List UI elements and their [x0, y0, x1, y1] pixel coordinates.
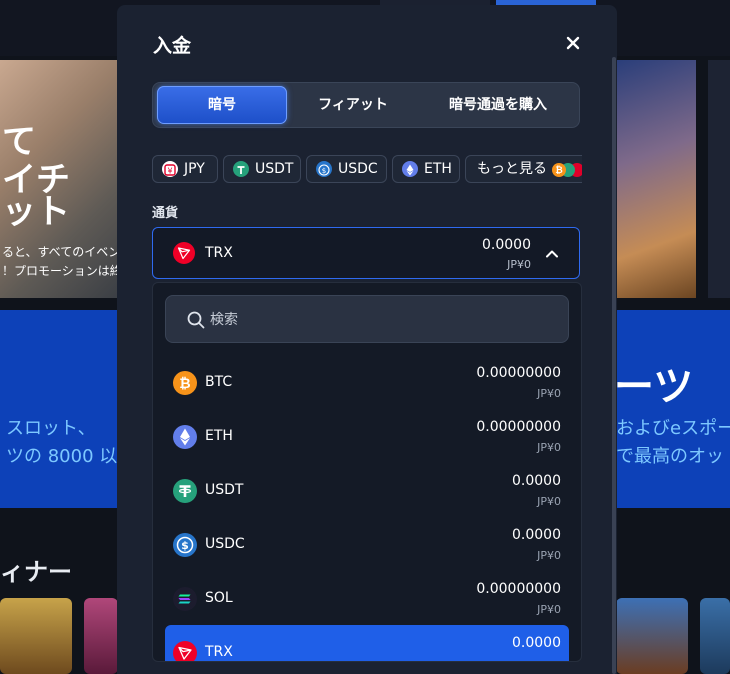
chip-usdt[interactable]: USDT: [223, 155, 301, 183]
chip-eth[interactable]: ETH: [392, 155, 460, 183]
currency-option-usdt[interactable]: USDT 0.0000 JP¥0: [165, 463, 569, 517]
quick-currency-chips: ¥ JPY USDT $ USDC ETH もっと見る ₿: [152, 155, 582, 183]
currency-name: SOL: [205, 590, 233, 606]
tab-fiat[interactable]: フィアット: [289, 86, 417, 124]
promo-banner-left[interactable]: て イチ ット ると、すべてのイベン ！プロモーションは終: [0, 60, 118, 298]
modal-title: 入金: [153, 35, 192, 57]
currency-select[interactable]: TRX 0.0000 JP¥0: [152, 227, 580, 279]
tab-crypto[interactable]: 暗号: [157, 86, 287, 124]
currency-option-usdc[interactable]: $ USDC 0.0000 JP¥0: [165, 517, 569, 571]
currency-amount: 0.0000: [512, 473, 561, 489]
svg-text:¥: ¥: [167, 167, 172, 176]
banner-subtitle: ると、すべてのイベン: [2, 245, 118, 259]
tether-icon: [173, 479, 197, 503]
currency-name: USDT: [205, 482, 244, 498]
currency-fiat: JP¥0: [537, 603, 561, 616]
close-button[interactable]: [562, 32, 584, 54]
currency-label: 通貨: [152, 206, 179, 221]
ethereum-icon: [173, 425, 197, 449]
svg-text:₿: ₿: [555, 165, 562, 176]
feature-text: およびeスポー: [616, 418, 730, 439]
selected-currency-fiat: JP¥0: [507, 258, 531, 271]
svg-text:₿: ₿: [179, 376, 190, 392]
promo-banner-right[interactable]: [616, 60, 696, 298]
usdc-icon: $: [173, 533, 197, 557]
search-input[interactable]: [208, 296, 552, 344]
currency-name: TRX: [205, 644, 233, 660]
usdc-icon: $: [316, 161, 332, 177]
solana-icon: [173, 587, 197, 611]
chip-label: JPY: [184, 161, 205, 177]
feature-banner-left: スロット、 ツの 8000 以上: [0, 310, 135, 508]
scrollbar[interactable]: [612, 57, 616, 674]
game-thumbnail[interactable]: [0, 598, 72, 674]
currency-dropdown: ₿ BTC 0.00000000 JP¥0 ETH 0.00000000 JP¥…: [152, 282, 582, 662]
svg-text:$: $: [322, 167, 326, 175]
svg-text:$: $: [181, 539, 189, 552]
promo-banner-next[interactable]: [708, 60, 730, 298]
chip-usdc[interactable]: $ USDC: [306, 155, 387, 183]
tron-icon: [173, 242, 195, 264]
currency-amount: 0.0000: [512, 635, 561, 651]
chip-label: USDC: [338, 161, 378, 177]
feature-text: で最高のオッ: [616, 446, 724, 467]
currency-fiat: JP¥0: [537, 441, 561, 454]
currency-option-eth[interactable]: ETH 0.00000000 JP¥0: [165, 409, 569, 463]
currency-amount: 0.0000: [512, 527, 561, 543]
winners-heading: ィナー: [0, 558, 72, 586]
bitcoin-icon: ₿: [173, 371, 197, 395]
game-thumbnail[interactable]: [84, 598, 118, 674]
currency-fiat: JP¥0: [537, 495, 561, 508]
selected-currency-name: TRX: [205, 245, 233, 261]
currency-amount: 0.00000000: [476, 581, 561, 597]
currency-amount: 0.00000000: [476, 419, 561, 435]
game-thumbnail[interactable]: [700, 598, 730, 674]
tron-icon: [173, 641, 197, 661]
tether-icon: [233, 161, 249, 177]
yen-icon: ¥: [162, 161, 178, 177]
selected-currency-amount: 0.0000: [482, 237, 531, 253]
search-box: [165, 295, 569, 344]
currency-fiat: JP¥0: [537, 549, 561, 562]
chip-jpy[interactable]: ¥ JPY: [152, 155, 218, 183]
feature-heading: ーツ: [616, 364, 694, 410]
game-thumbnail[interactable]: [616, 598, 688, 674]
banner-title-line: ット: [2, 192, 70, 232]
feature-text: ツの 8000 以上: [6, 446, 136, 467]
chip-more[interactable]: もっと見る ₿: [465, 155, 582, 183]
search-icon: [186, 310, 206, 330]
currency-option-trx[interactable]: TRX 0.0000: [165, 625, 569, 661]
currency-name: USDC: [205, 536, 245, 552]
feature-banner-right: ーツ およびeスポー で最高のオッ: [616, 310, 730, 508]
feature-text: スロット、: [6, 418, 96, 439]
tab-buy-crypto[interactable]: 暗号通過を購入: [419, 86, 577, 124]
banner-title-line: て: [2, 122, 36, 162]
banner-subtitle: ！プロモーションは終: [2, 264, 118, 278]
deposit-modal: 入金 暗号 フィアット 暗号通過を購入 ¥ JPY USDT $ USDC ET…: [117, 5, 617, 674]
chevron-up-icon: [545, 246, 559, 260]
currency-name: ETH: [205, 428, 233, 444]
currency-option-sol[interactable]: SOL 0.00000000 JP¥0: [165, 571, 569, 625]
deposit-tabs: 暗号 フィアット 暗号通過を購入: [152, 82, 580, 128]
chip-label: ETH: [424, 161, 452, 177]
chip-label: USDT: [255, 161, 294, 177]
currency-amount: 0.00000000: [476, 365, 561, 381]
ethereum-icon: [402, 161, 418, 177]
currency-name: BTC: [205, 374, 233, 390]
more-coins-icon: ₿: [551, 161, 582, 177]
close-icon: [566, 36, 580, 50]
currency-option-btc[interactable]: ₿ BTC 0.00000000 JP¥0: [165, 355, 569, 409]
currency-fiat: JP¥0: [537, 387, 561, 400]
chip-label: もっと見る: [477, 161, 547, 177]
